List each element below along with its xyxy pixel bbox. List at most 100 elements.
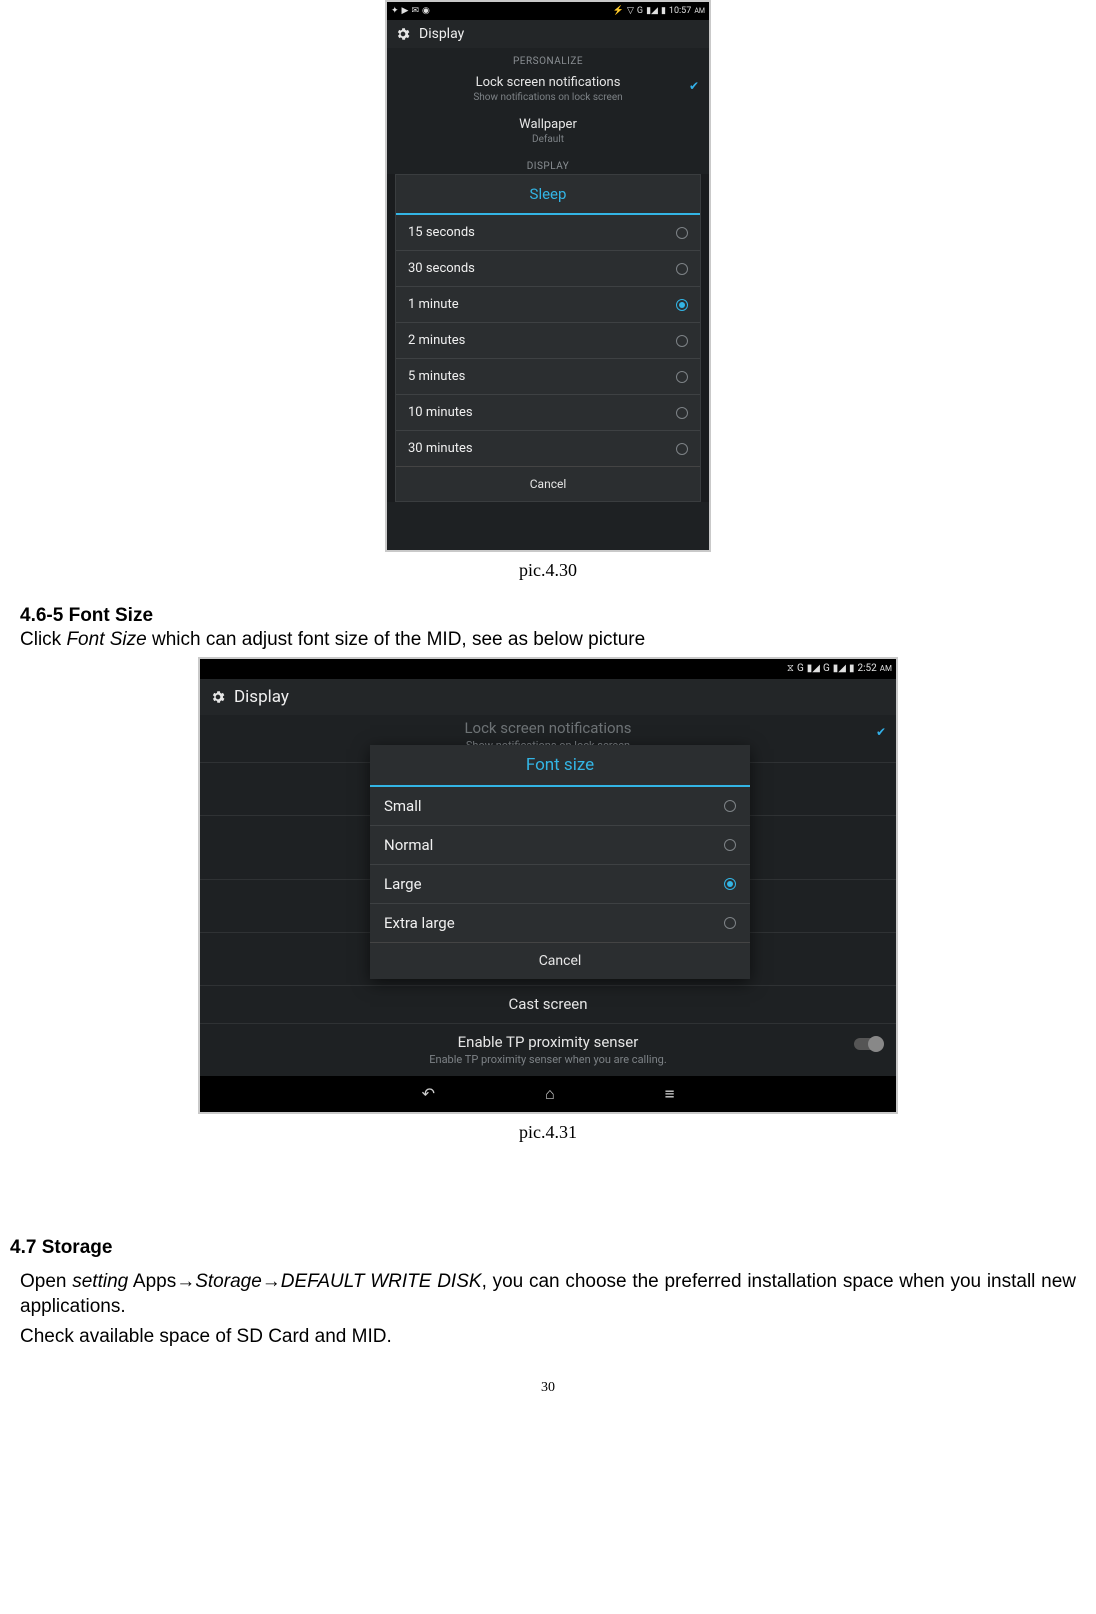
row-title: Wallpaper	[397, 117, 699, 132]
status-icon: ⚡	[613, 6, 624, 16]
sleep-option[interactable]: 1 minute	[396, 287, 700, 323]
nav-bar: ↶ ⌂ ≡	[200, 1076, 896, 1112]
sleep-option[interactable]: 15 seconds	[396, 215, 700, 251]
status-icon: G	[797, 663, 804, 674]
fontsize-option[interactable]: Normal	[370, 826, 750, 865]
radio-icon	[724, 917, 736, 929]
text: Click	[20, 629, 66, 650]
row-subtitle: Default	[397, 134, 699, 145]
sleep-option[interactable]: 30 minutes	[396, 431, 700, 466]
cancel-button[interactable]: Cancel	[370, 942, 750, 979]
clock-time: 10:57	[669, 6, 691, 16]
sleep-option[interactable]: 2 minutes	[396, 323, 700, 359]
radio-icon	[676, 299, 688, 311]
row-title: Lock screen notifications	[212, 719, 884, 737]
row-title: Lock screen notifications	[397, 75, 699, 90]
fontsize-option[interactable]: Small	[370, 787, 750, 826]
row-title: Enable TP proximity senser	[212, 1033, 884, 1051]
paragraph-font-size: Click Font Size which can adjust font si…	[20, 627, 1076, 653]
text-italic: Font Size	[66, 629, 146, 650]
row-lock-screen-notifications[interactable]: Lock screen notifications Show notificat…	[387, 69, 709, 111]
home-icon[interactable]: ⌂	[545, 1084, 555, 1104]
fontsize-option[interactable]: Extra large	[370, 904, 750, 942]
screenshot-sleep-dialog: ✦ ▶ ✉ ◉ ⚡ ▽ G ▮◢ ▮ 10:57 AM	[20, 0, 1076, 552]
status-icon: G	[637, 6, 643, 16]
screen-title: Display	[419, 26, 464, 42]
text: which can adjust font size of the MID, s…	[147, 629, 645, 650]
option-label: Small	[384, 797, 422, 815]
row-tp-proximity[interactable]: Enable TP proximity senser Enable TP pro…	[200, 1024, 896, 1076]
back-icon[interactable]: ↶	[422, 1084, 435, 1103]
phone-frame-1: ✦ ▶ ✉ ◉ ⚡ ▽ G ▮◢ ▮ 10:57 AM	[385, 0, 711, 552]
sleep-dialog: Sleep 15 seconds 30 seconds 1 minute 2 m…	[395, 174, 701, 502]
option-label: 10 minutes	[408, 405, 473, 420]
cancel-button[interactable]: Cancel	[396, 466, 700, 501]
radio-icon	[676, 227, 688, 239]
paragraph-storage-2: Check available space of SD Card and MID…	[20, 1324, 1076, 1350]
option-label: 2 minutes	[408, 333, 465, 348]
status-icon: G	[823, 663, 830, 674]
clock-time: 2:52	[858, 663, 877, 674]
radio-icon	[676, 443, 688, 455]
status-icon: ◉	[422, 6, 430, 16]
heading-font-size: 4.6-5 Font Size	[20, 605, 1076, 627]
radio-icon	[676, 371, 688, 383]
row-subtitle: Enable TP proximity senser when you are …	[212, 1053, 884, 1066]
text: Apps	[128, 1271, 176, 1292]
figure-caption: pic.4.30	[20, 560, 1076, 581]
option-label: 1 minute	[408, 297, 459, 312]
font-size-dialog: Font size Small Normal Large Extra large	[370, 745, 750, 979]
option-label: Extra large	[384, 914, 455, 932]
switch-icon[interactable]	[854, 1038, 882, 1050]
phone-frame-2: ⧖ G ▮◢ G ▮◢ ▮ 2:52 AM Display Lock scree…	[198, 657, 898, 1114]
option-label: Normal	[384, 836, 433, 854]
row-cast-screen[interactable]: Cast screen	[200, 986, 896, 1024]
text-italic: setting	[72, 1271, 128, 1292]
text: Open	[20, 1271, 72, 1292]
status-icon: ✉	[411, 6, 419, 16]
status-icon: ✦	[391, 6, 399, 16]
option-label: 30 seconds	[408, 261, 475, 276]
screenshot-font-size-dialog: ⧖ G ▮◢ G ▮◢ ▮ 2:52 AM Display Lock scree…	[20, 657, 1076, 1114]
row-wallpaper[interactable]: Wallpaper Default	[387, 111, 709, 153]
row-subtitle: Show notifications on lock screen	[397, 92, 699, 103]
heading-storage: 4.7 Storage	[10, 1237, 1076, 1259]
signal-icon: ▮◢	[807, 663, 820, 674]
clock-ampm: AM	[880, 664, 892, 673]
gear-icon	[210, 689, 226, 705]
recents-icon[interactable]: ≡	[665, 1084, 675, 1103]
radio-icon	[724, 800, 736, 812]
radio-icon	[676, 407, 688, 419]
bluetooth-icon: ⧖	[787, 663, 794, 674]
gear-icon	[395, 26, 411, 42]
arrow-icon: →	[262, 1271, 281, 1292]
page-number: 30	[20, 1380, 1076, 1396]
arrow-icon: →	[176, 1271, 195, 1292]
radio-icon	[676, 335, 688, 347]
option-label: 30 minutes	[408, 441, 473, 456]
screen-title: Display	[234, 687, 289, 707]
status-bar: ✦ ▶ ✉ ◉ ⚡ ▽ G ▮◢ ▮ 10:57 AM	[387, 2, 709, 20]
status-icon: ▶	[402, 6, 409, 16]
text-italic: DEFAULT WRITE DISK	[281, 1271, 482, 1292]
text-italic: Storage	[195, 1271, 262, 1292]
clock-ampm: AM	[694, 7, 705, 15]
status-bar: ⧖ G ▮◢ G ▮◢ ▮ 2:52 AM	[200, 659, 896, 679]
signal-icon: ▮◢	[833, 663, 846, 674]
paragraph-storage-1: Open setting Apps→Storage→DEFAULT WRITE …	[20, 1269, 1076, 1320]
option-label: Large	[384, 875, 422, 893]
radio-icon	[724, 839, 736, 851]
dialog-title: Sleep	[396, 175, 700, 215]
radio-icon	[676, 263, 688, 275]
category-display: DISPLAY	[387, 153, 709, 174]
fontsize-option[interactable]: Large	[370, 865, 750, 904]
screen-title-bar: Display	[387, 20, 709, 48]
row-title: Cast screen	[212, 995, 884, 1013]
sleep-option[interactable]: 5 minutes	[396, 359, 700, 395]
sleep-option[interactable]: 30 seconds	[396, 251, 700, 287]
option-label: 5 minutes	[408, 369, 465, 384]
option-label: 15 seconds	[408, 225, 475, 240]
screen-title-bar: Display	[200, 679, 896, 715]
check-icon: ✔	[689, 79, 699, 93]
sleep-option[interactable]: 10 minutes	[396, 395, 700, 431]
